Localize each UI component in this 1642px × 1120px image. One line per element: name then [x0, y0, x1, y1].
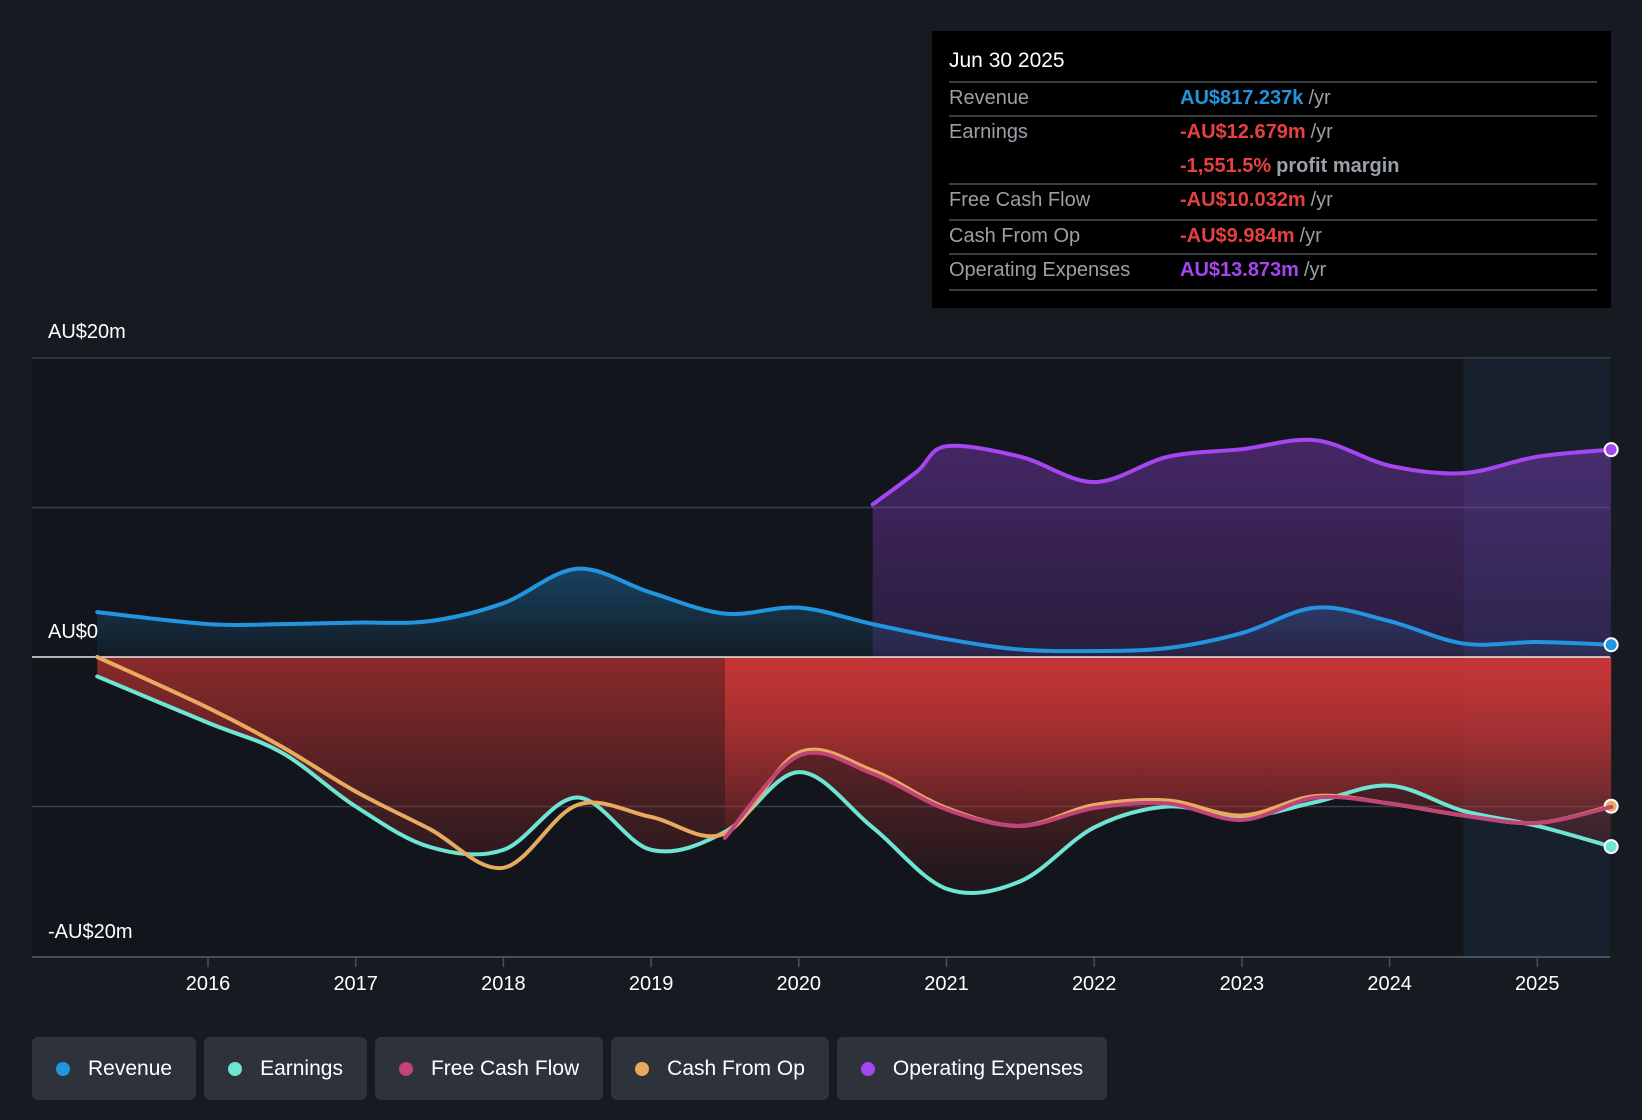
earnings-end-point[interactable]	[1603, 839, 1619, 855]
tooltip-unit: /yr	[1310, 189, 1333, 211]
x-tick-label: 2017	[333, 973, 378, 995]
x-tick-label: 2019	[629, 973, 674, 995]
legend-label: Operating Expenses	[892, 1056, 1084, 1080]
x-tick-label: 2025	[1515, 973, 1560, 995]
legend-cash-from-op[interactable]: Cash From Op	[611, 1037, 829, 1100]
legend-label: Cash From Op	[667, 1056, 805, 1080]
legend: Revenue Earnings Free Cash Flow Cash Fro…	[32, 1037, 1108, 1100]
legend-operating-expenses[interactable]: Operating Expenses	[836, 1037, 1108, 1100]
legend-earnings[interactable]: Earnings	[204, 1037, 367, 1100]
tooltip-unit: /yr	[1299, 225, 1322, 247]
legend-label: Revenue	[88, 1056, 173, 1080]
tooltip-value: AU$817.237k	[1180, 87, 1304, 109]
fcf-dot-icon	[398, 1061, 413, 1076]
cfo-dot-icon	[635, 1061, 650, 1076]
operating-expenses-area	[872, 439, 1612, 657]
profit-margin-label: profit margin	[1276, 155, 1400, 177]
tooltip-label: Revenue	[949, 87, 1030, 109]
y-label-zero: AU$0	[48, 621, 99, 643]
tooltip-label: Operating Expenses	[949, 259, 1131, 281]
profit-margin-value: -1,551.5%	[1180, 155, 1272, 177]
tooltip: Jun 30 2025 Revenue AU$817.237k/yr Earni…	[932, 31, 1611, 308]
tooltip-unit: /yr	[1303, 259, 1327, 281]
x-tick-label: 2018	[481, 973, 526, 995]
tooltip-value: AU$13.873m	[1180, 259, 1299, 281]
tooltip-value: -AU$12.679m	[1180, 121, 1306, 143]
operating-expenses-end-point[interactable]	[1603, 442, 1619, 458]
tooltip-row-earnings: Earnings -AU$12.679m/yr -1,551.5% profit …	[949, 115, 1597, 183]
tooltip-row-fcf: Free Cash Flow -AU$10.032m/yr	[949, 183, 1597, 219]
revenue-dot-icon	[56, 1061, 70, 1076]
x-tick-label: 2024	[1367, 973, 1412, 995]
legend-free-cash-flow[interactable]: Free Cash Flow	[374, 1037, 604, 1100]
tooltip-label: Cash From Op	[949, 225, 1081, 247]
tooltip-row-opex: Operating Expenses AU$13.873m/yr	[949, 253, 1597, 291]
legend-label: Earnings	[260, 1056, 343, 1080]
tooltip-unit: /yr	[1310, 121, 1333, 143]
y-label-bottom: -AU$20m	[48, 921, 133, 943]
tooltip-date: Jun 30 2025	[949, 49, 1065, 72]
legend-label: Free Cash Flow	[430, 1056, 580, 1080]
revenue-end-point[interactable]	[1603, 637, 1619, 653]
tooltip-label: Earnings	[949, 121, 1028, 143]
x-tick-label: 2022	[1072, 973, 1117, 995]
earnings-dot-icon	[228, 1061, 243, 1076]
tooltip-unit: /yr	[1308, 87, 1331, 109]
tooltip-label: Free Cash Flow	[949, 189, 1091, 211]
tooltip-row-cfo: Cash From Op -AU$9.984m/yr	[949, 219, 1597, 253]
x-tick-label: 2023	[1220, 973, 1265, 995]
tooltip-row-revenue: Revenue AU$817.237k/yr	[949, 81, 1597, 115]
x-tick-label: 2020	[777, 973, 822, 995]
opex-dot-icon	[860, 1061, 875, 1076]
x-tick-label: 2016	[186, 973, 231, 995]
y-label-top: AU$20m	[48, 321, 126, 343]
tooltip-value: -AU$9.984m	[1180, 225, 1295, 247]
tooltip-value: -AU$10.032m	[1180, 189, 1306, 211]
x-tick-label: 2021	[924, 973, 969, 995]
legend-revenue[interactable]: Revenue	[32, 1037, 197, 1100]
